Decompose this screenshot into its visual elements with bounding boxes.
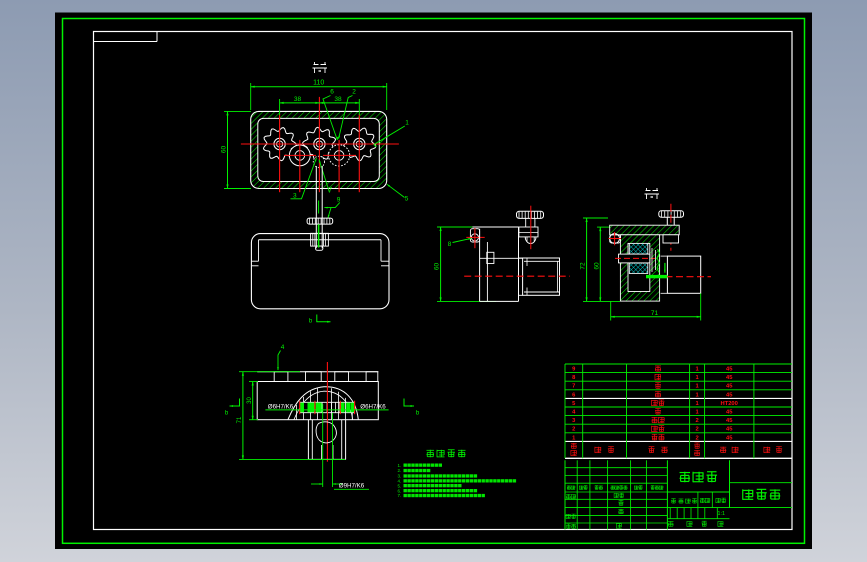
svg-text:Ø6H7/K6: Ø6H7/K6 <box>360 403 386 410</box>
svg-text:45: 45 <box>726 435 733 441</box>
svg-text:45: 45 <box>726 410 733 416</box>
svg-text:71: 71 <box>237 416 243 423</box>
svg-text:45: 45 <box>726 418 733 424</box>
svg-text:60: 60 <box>221 146 228 154</box>
svg-text:45: 45 <box>726 384 733 390</box>
svg-text:30: 30 <box>247 397 253 404</box>
svg-text:2: 2 <box>352 89 356 96</box>
svg-text:1: 1 <box>405 120 409 127</box>
svg-text:45: 45 <box>726 427 733 433</box>
svg-text:Ø9H7/K6: Ø9H7/K6 <box>339 483 365 490</box>
svg-text:45: 45 <box>726 367 733 373</box>
svg-text:110: 110 <box>313 80 324 87</box>
svg-text:2: 2 <box>695 427 698 433</box>
svg-text:2: 2 <box>572 427 575 433</box>
svg-text:2.: 2. <box>398 468 402 473</box>
svg-text:38: 38 <box>294 96 302 103</box>
svg-text:7: 7 <box>572 384 575 390</box>
svg-text:71: 71 <box>651 310 659 317</box>
svg-text:7.: 7. <box>398 493 402 498</box>
svg-text:45: 45 <box>726 375 733 381</box>
svg-text:1.: 1. <box>398 463 402 468</box>
svg-text:Ø6H7/K6: Ø6H7/K6 <box>268 403 294 410</box>
svg-text:60: 60 <box>434 263 441 271</box>
svg-text:60: 60 <box>593 262 600 270</box>
svg-text:HT200: HT200 <box>720 401 737 407</box>
svg-text:72: 72 <box>580 262 587 270</box>
svg-text:1:1: 1:1 <box>718 511 726 517</box>
svg-text:8: 8 <box>448 241 452 248</box>
svg-text:45: 45 <box>726 392 733 398</box>
svg-text:2: 2 <box>695 418 698 424</box>
svg-text:4: 4 <box>281 344 285 351</box>
svg-text:38: 38 <box>334 96 342 103</box>
svg-text:2: 2 <box>695 435 698 441</box>
svg-text:6: 6 <box>330 89 334 96</box>
svg-text:9: 9 <box>337 197 341 204</box>
svg-text:5: 5 <box>405 196 409 203</box>
